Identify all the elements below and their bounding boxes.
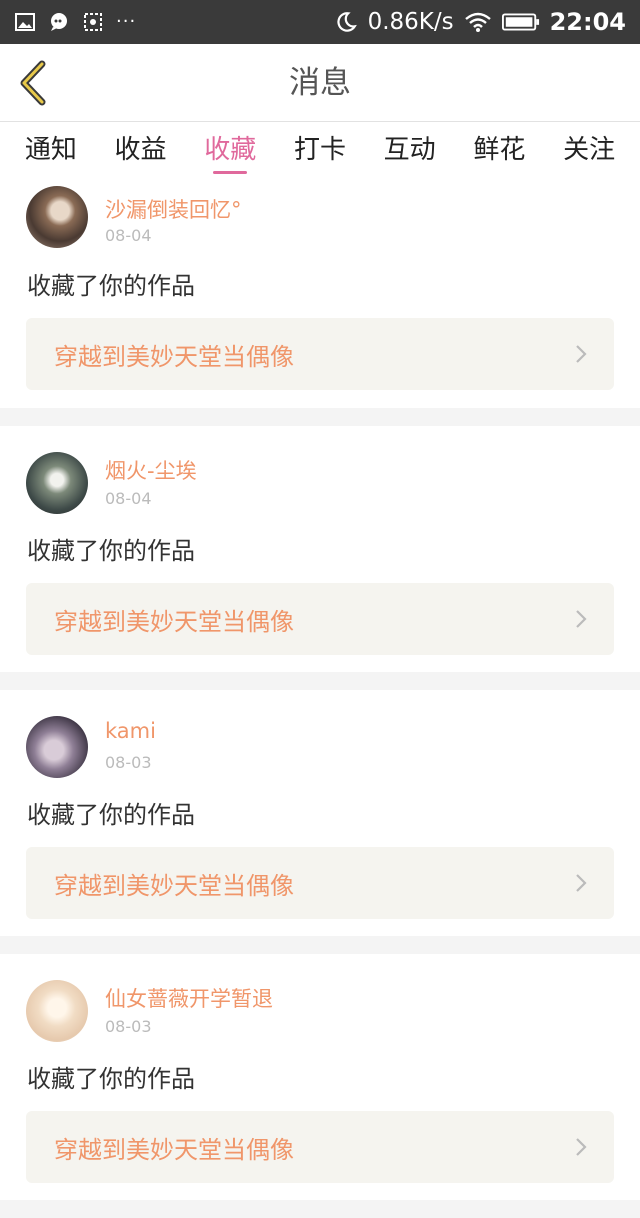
clock: 22:04 <box>549 8 626 36</box>
message-list: 沙漏倒装回忆° 08-04 收藏了你的作品 穿越到美妙天堂当偶像 烟火-尘埃 0… <box>0 178 640 1218</box>
message-date: 08-04 <box>105 226 152 245</box>
status-right: 0.86K/s 22:04 <box>334 8 626 36</box>
message-text: 收藏了你的作品 <box>27 801 195 829</box>
message-card: 烟火-尘埃 08-04 收藏了你的作品 穿越到美妙天堂当偶像 <box>0 426 640 672</box>
avatar[interactable] <box>26 980 88 1042</box>
tab-notifications[interactable]: 通知 <box>21 122 81 178</box>
message-card: kami 08-03 收藏了你的作品 穿越到美妙天堂当偶像 <box>0 690 640 936</box>
tab-earnings[interactable]: 收益 <box>111 122 171 178</box>
image-icon <box>15 13 35 31</box>
username[interactable]: kami <box>105 719 156 743</box>
tab-bar: 通知 收益 收藏 打卡 互动 鲜花 关注 <box>0 122 640 178</box>
work-link[interactable]: 穿越到美妙天堂当偶像 <box>26 1111 614 1183</box>
tab-checkin[interactable]: 打卡 <box>290 122 350 178</box>
avatar[interactable] <box>26 716 88 778</box>
chevron-right-icon <box>576 1138 587 1156</box>
username[interactable]: 沙漏倒装回忆° <box>105 194 242 224</box>
message-date: 08-03 <box>105 753 152 772</box>
avatar[interactable] <box>26 186 88 248</box>
tab-favorites[interactable]: 收藏 <box>200 122 260 178</box>
network-speed: 0.86K/s <box>367 9 454 35</box>
username[interactable]: 烟火-尘埃 <box>105 455 197 485</box>
work-title: 穿越到美妙天堂当偶像 <box>54 871 294 900</box>
work-link[interactable]: 穿越到美妙天堂当偶像 <box>26 583 614 655</box>
more-notifications-indicator: ··· <box>116 11 137 32</box>
message-card: 仙女蔷薇开学暂退 08-03 收藏了你的作品 穿越到美妙天堂当偶像 <box>0 954 640 1200</box>
work-title: 穿越到美妙天堂当偶像 <box>54 1135 294 1164</box>
message-card: 沙漏倒装回忆° 08-04 收藏了你的作品 穿越到美妙天堂当偶像 <box>0 178 640 408</box>
message-text: 收藏了你的作品 <box>27 537 195 565</box>
message-text: 收藏了你的作品 <box>27 272 195 300</box>
message-date: 08-04 <box>105 489 152 508</box>
tab-interaction[interactable]: 互动 <box>380 122 440 178</box>
avatar[interactable] <box>26 452 88 514</box>
message-date: 08-03 <box>105 1017 152 1036</box>
tab-flowers[interactable]: 鲜花 <box>469 122 529 178</box>
chevron-right-icon <box>576 874 587 892</box>
page-title: 消息 <box>289 65 351 101</box>
work-link[interactable]: 穿越到美妙天堂当偶像 <box>26 318 614 390</box>
chat-bubble-icon <box>51 13 67 31</box>
message-text: 收藏了你的作品 <box>27 1065 195 1093</box>
chevron-right-icon <box>576 345 587 363</box>
screenshot-icon <box>84 13 102 31</box>
work-title: 穿越到美妙天堂当偶像 <box>54 607 294 636</box>
username[interactable]: 仙女蔷薇开学暂退 <box>105 983 273 1013</box>
wifi-icon <box>464 12 491 32</box>
status-bar: ··· 0.86K/s 22:04 <box>0 0 640 44</box>
moon-icon <box>336 12 357 32</box>
work-link[interactable]: 穿越到美妙天堂当偶像 <box>26 847 614 919</box>
tab-follows[interactable]: 关注 <box>559 122 619 178</box>
status-left: ··· <box>14 11 136 33</box>
chevron-right-icon <box>576 610 587 628</box>
app-header: 消息 <box>0 44 640 122</box>
work-title: 穿越到美妙天堂当偶像 <box>54 342 294 371</box>
battery-icon <box>501 13 539 31</box>
